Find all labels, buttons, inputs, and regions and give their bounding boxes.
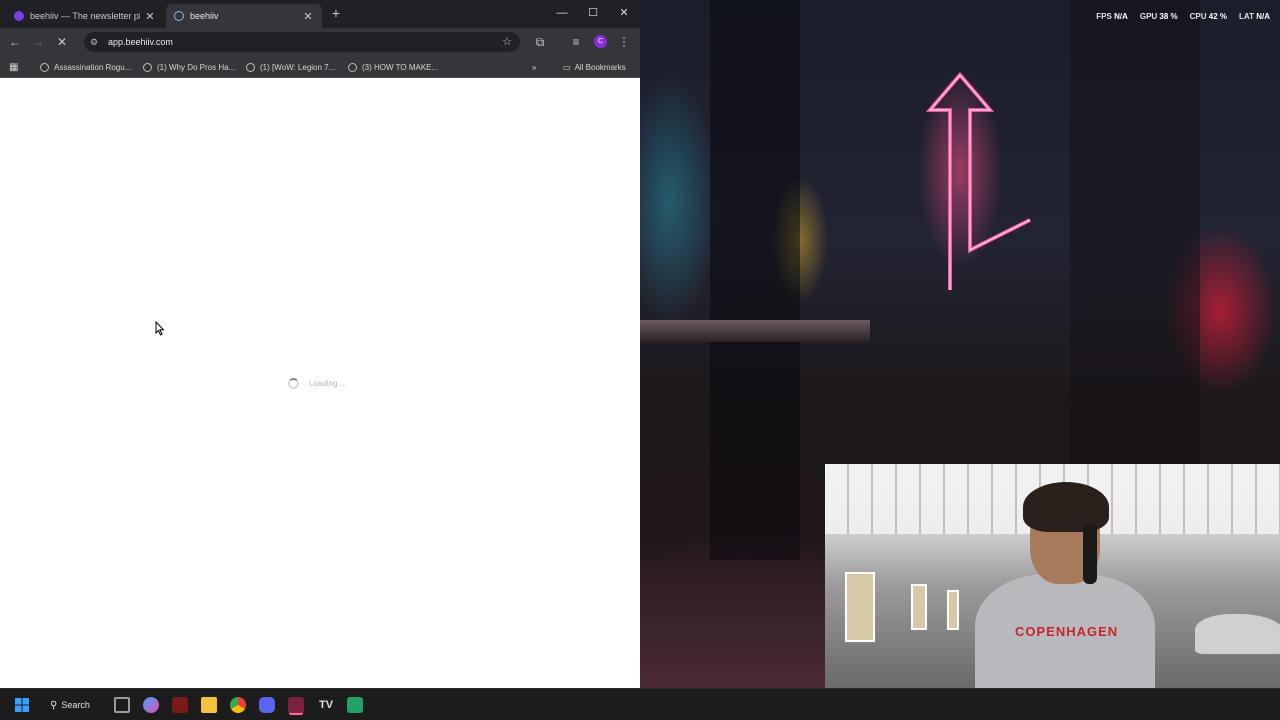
address-bar[interactable]: ⚙ app.beehiiv.com ☆ bbox=[84, 32, 520, 52]
street-shape bbox=[640, 560, 830, 688]
stop-button[interactable]: ✕ bbox=[53, 33, 71, 51]
bookmark-item[interactable]: (1) [WoW: Legion 7... bbox=[246, 60, 335, 74]
browser-window: beehiiv — The newsletter platf ✕ beehiiv… bbox=[0, 0, 640, 688]
beehiiv-favicon-icon bbox=[14, 11, 24, 21]
loading-indicator: Loading ... bbox=[288, 378, 346, 389]
person-hair bbox=[1023, 482, 1109, 532]
webcam-feed: COPENHAGEN bbox=[825, 464, 1280, 688]
spinner-icon bbox=[288, 378, 299, 389]
hoodie-print: COPENHAGEN bbox=[1015, 624, 1119, 639]
wall-poster bbox=[947, 590, 959, 630]
extensions-icon[interactable]: ⧉ bbox=[531, 33, 549, 51]
tab-title: beehiiv bbox=[190, 11, 219, 21]
building-shape bbox=[1070, 0, 1200, 470]
globe-icon bbox=[246, 62, 255, 72]
tab-beehiiv-home[interactable]: beehiiv — The newsletter platf ✕ bbox=[6, 4, 164, 28]
performance-overlay: FPS N/A GPU 38 % CPU 42 % LAT N/A bbox=[1050, 12, 1280, 26]
car-shape bbox=[1195, 614, 1280, 654]
minimize-button[interactable]: — bbox=[549, 4, 575, 22]
site-info-icon[interactable]: ⚙ bbox=[90, 37, 104, 48]
bookmark-label: (1) [WoW: Legion 7... bbox=[260, 62, 336, 72]
loading-favicon-icon bbox=[174, 11, 184, 21]
bookmark-label: Assassination Rogu... bbox=[54, 62, 132, 72]
page-content: Loading ... bbox=[0, 78, 640, 688]
copilot-icon[interactable] bbox=[143, 697, 159, 713]
maximize-button[interactable]: ☐ bbox=[580, 4, 606, 22]
close-tab-icon[interactable]: ✕ bbox=[144, 10, 156, 23]
folder-icon: ▭ bbox=[563, 62, 571, 72]
building-shape bbox=[710, 0, 800, 560]
latency-stat: LAT N/A bbox=[1239, 12, 1270, 21]
discord-icon[interactable] bbox=[259, 697, 275, 713]
close-tab-icon[interactable]: ✕ bbox=[302, 10, 314, 23]
taskbar-search[interactable]: ⚲ Search bbox=[50, 697, 90, 713]
bookmark-star-icon[interactable]: ☆ bbox=[502, 35, 512, 48]
gpu-stat: GPU 38 % bbox=[1139, 12, 1178, 21]
globe-icon bbox=[143, 62, 152, 72]
apps-icon[interactable]: ▦ bbox=[9, 60, 18, 74]
bookmark-label: (3) HOW TO MAKE... bbox=[362, 62, 439, 72]
skybridge-shape bbox=[640, 320, 870, 342]
all-bookmarks-label: All Bookmarks bbox=[574, 62, 626, 72]
close-window-button[interactable]: ✕ bbox=[611, 4, 637, 22]
wall-poster bbox=[911, 584, 927, 630]
forward-button[interactable]: → bbox=[29, 33, 47, 51]
tab-title: beehiiv — The newsletter platf bbox=[30, 11, 140, 21]
bookmark-item[interactable]: (1) Why Do Pros Ha... bbox=[143, 60, 235, 74]
search-icon: ⚲ bbox=[50, 699, 58, 711]
cpu-stat: CPU 42 % bbox=[1189, 12, 1228, 21]
profile-avatar[interactable]: C bbox=[594, 35, 607, 48]
file-explorer-icon[interactable] bbox=[201, 697, 217, 713]
tradingview-icon[interactable]: TV bbox=[318, 697, 334, 713]
browser-toolbar: ← → ✕ ⚙ app.beehiiv.com ☆ ⧉ ≡ C ⋮ bbox=[0, 28, 640, 56]
globe-icon bbox=[348, 62, 357, 72]
streaming-app-icon[interactable] bbox=[288, 697, 304, 713]
loading-text: Loading ... bbox=[309, 379, 347, 388]
app-icon-red[interactable] bbox=[172, 697, 188, 713]
back-button[interactable]: ← bbox=[6, 33, 24, 51]
spreadsheet-app-icon[interactable] bbox=[347, 697, 363, 713]
tab-strip: beehiiv — The newsletter platf ✕ beehiiv… bbox=[0, 0, 640, 28]
bookmark-item[interactable]: (3) HOW TO MAKE... bbox=[348, 60, 438, 74]
tab-beehiiv-app[interactable]: beehiiv ✕ bbox=[166, 4, 322, 28]
mouse-cursor-icon bbox=[155, 321, 165, 336]
taskbar: ⚲ Search TV bbox=[0, 688, 1280, 720]
neon-arrow-sign bbox=[925, 71, 1031, 290]
media-controls-icon[interactable]: ≡ bbox=[567, 33, 585, 51]
globe-icon bbox=[40, 62, 49, 72]
bookmark-item[interactable]: Assassination Rogu... bbox=[40, 60, 131, 74]
menu-icon[interactable]: ⋮ bbox=[615, 33, 633, 51]
bookmarks-bar: ▦ Assassination Rogu... (1) Why Do Pros … bbox=[0, 56, 640, 78]
new-tab-button[interactable]: + bbox=[327, 4, 345, 22]
bookmark-label: (1) Why Do Pros Ha... bbox=[157, 62, 236, 72]
windows-start-icon[interactable] bbox=[14, 697, 30, 713]
fps-stat: FPS N/A bbox=[1096, 12, 1128, 21]
more-bookmarks-icon[interactable]: » bbox=[532, 60, 536, 74]
all-bookmarks-button[interactable]: ▭ All Bookmarks bbox=[563, 60, 626, 74]
task-view-icon[interactable] bbox=[114, 697, 130, 713]
wall-poster bbox=[845, 572, 875, 642]
chrome-icon[interactable] bbox=[230, 697, 246, 713]
search-label: Search bbox=[61, 700, 90, 710]
url-text: app.beehiiv.com bbox=[108, 37, 173, 47]
headset-shape bbox=[1083, 524, 1097, 584]
